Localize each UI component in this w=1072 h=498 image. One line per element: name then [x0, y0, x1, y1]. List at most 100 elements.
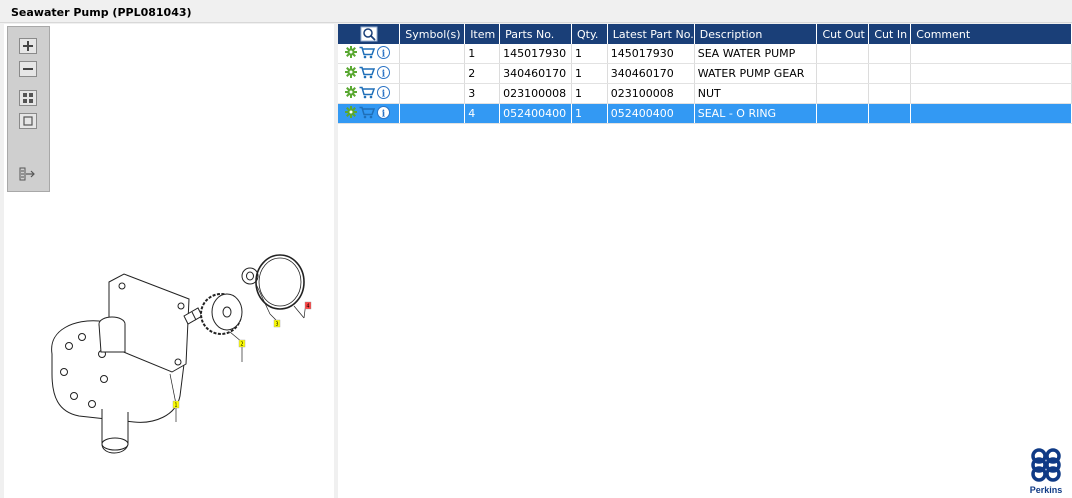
callout-label: 2 [240, 342, 243, 348]
cell-description: SEAL - O RING [694, 103, 818, 124]
cell-cut-in [868, 44, 912, 64]
info-icon: i [377, 45, 390, 59]
cell-cut-out [816, 83, 870, 104]
options-button[interactable] [345, 106, 357, 121]
cell-parts-no: 145017930 [499, 44, 572, 64]
cart-icon [359, 46, 376, 58]
cell-description: NUT [694, 83, 818, 104]
callout-label: 4 [306, 304, 309, 310]
cell-qty: 1 [571, 103, 608, 124]
header-search[interactable] [338, 24, 401, 44]
cell-cut-out [816, 103, 870, 124]
svg-text:i: i [382, 89, 386, 99]
cart-icon [359, 86, 376, 98]
callout-3[interactable]: 3 [273, 319, 281, 328]
cell-item: 4 [464, 103, 501, 124]
callout-label: 1 [174, 403, 177, 409]
header-symbols[interactable]: Symbol(s) [399, 24, 466, 44]
add-to-cart-button[interactable] [359, 66, 376, 82]
cell-comment [910, 44, 1072, 64]
cell-latest-part-no: 052400400 [607, 103, 695, 124]
table-row[interactable]: i 2 340460170 1 340460170 WATER PUMP GEAR [338, 63, 1072, 84]
cell-qty: 1 [571, 83, 608, 104]
add-to-cart-button[interactable] [359, 106, 376, 122]
callout-1[interactable]: 1 [172, 400, 180, 409]
gear-icon [345, 66, 357, 78]
callout-2[interactable]: 2 [238, 339, 246, 348]
info-icon: i [377, 65, 390, 79]
info-button[interactable]: i [377, 45, 390, 62]
cell-comment [910, 83, 1072, 104]
header-cut-in[interactable]: Cut In [868, 24, 912, 44]
brand-name: Perkins [1029, 485, 1063, 495]
header-description[interactable]: Description [694, 24, 818, 44]
cell-parts-no: 052400400 [499, 103, 572, 124]
header-parts-no[interactable]: Parts No. [499, 24, 572, 44]
cell-parts-no: 023100008 [499, 83, 572, 104]
cell-symbols [399, 103, 466, 124]
header-comment[interactable]: Comment [910, 24, 1072, 44]
cell-description: SEA WATER PUMP [694, 44, 818, 64]
cell-symbols [399, 83, 466, 104]
info-icon: i [377, 85, 390, 99]
cell-cut-in [868, 103, 912, 124]
row-actions: i [338, 103, 401, 124]
cell-item: 1 [464, 44, 501, 64]
info-icon: i [377, 105, 390, 119]
callout-4[interactable]: 4 [304, 301, 312, 310]
options-button[interactable] [345, 46, 357, 61]
search-grid-icon [360, 26, 378, 42]
cell-qty: 1 [571, 44, 608, 64]
table-header-row: Symbol(s) Item Parts No. Qty. Latest Par… [338, 24, 1072, 44]
header-latest-part-no[interactable]: Latest Part No. [607, 24, 695, 44]
cell-comment [910, 103, 1072, 124]
row-actions: i [338, 63, 401, 84]
cell-description: WATER PUMP GEAR [694, 63, 818, 84]
row-actions: i [338, 83, 401, 104]
parts-table: Symbol(s) Item Parts No. Qty. Latest Par… [338, 24, 1072, 124]
exploded-view-drawing: 1 2 3 4 [51, 254, 312, 454]
gear-icon [345, 106, 357, 118]
cell-cut-in [868, 63, 912, 84]
cart-icon [359, 66, 376, 78]
cell-latest-part-no: 340460170 [607, 63, 695, 84]
cell-item: 2 [464, 63, 501, 84]
options-button[interactable] [345, 66, 357, 81]
info-button[interactable]: i [377, 85, 390, 102]
cell-item: 3 [464, 83, 501, 104]
cell-qty: 1 [571, 63, 608, 84]
row-actions: i [338, 44, 401, 64]
info-button[interactable]: i [377, 65, 390, 82]
add-to-cart-button[interactable] [359, 46, 376, 62]
table-row[interactable]: i 4 052400400 1 052400400 SEAL - O RING [338, 103, 1072, 124]
options-button[interactable] [345, 86, 357, 101]
cell-symbols [399, 63, 466, 84]
table-row[interactable]: i 1 145017930 1 145017930 SEA WATER PUMP [338, 44, 1072, 64]
add-to-cart-button[interactable] [359, 86, 376, 102]
svg-text:i: i [382, 109, 386, 119]
cell-latest-part-no: 145017930 [607, 44, 695, 64]
svg-text:i: i [382, 49, 386, 59]
callout-label: 3 [275, 322, 278, 328]
cell-latest-part-no: 023100008 [607, 83, 695, 104]
drawing-panel[interactable]: 1 2 3 4 [4, 24, 334, 498]
header-cut-out[interactable]: Cut Out [816, 24, 870, 44]
perkins-logo-icon [1031, 448, 1061, 482]
cell-cut-out [816, 63, 870, 84]
window-title: Seawater Pump (PPL081043) [11, 6, 192, 19]
parts-list-panel: Symbol(s) Item Parts No. Qty. Latest Par… [338, 24, 1072, 498]
header-qty[interactable]: Qty. [571, 24, 608, 44]
gear-icon [345, 86, 357, 98]
cell-cut-in [868, 83, 912, 104]
title-bar: Seawater Pump (PPL081043) [0, 0, 1072, 23]
cell-comment [910, 63, 1072, 84]
perkins-logo: Perkins [1026, 448, 1066, 496]
cart-icon [359, 106, 376, 118]
header-item[interactable]: Item [464, 24, 501, 44]
svg-text:i: i [382, 69, 386, 79]
cell-cut-out [816, 44, 870, 64]
cell-symbols [399, 44, 466, 64]
cell-parts-no: 340460170 [499, 63, 572, 84]
table-row[interactable]: i 3 023100008 1 023100008 NUT [338, 83, 1072, 104]
info-button[interactable]: i [377, 105, 390, 122]
